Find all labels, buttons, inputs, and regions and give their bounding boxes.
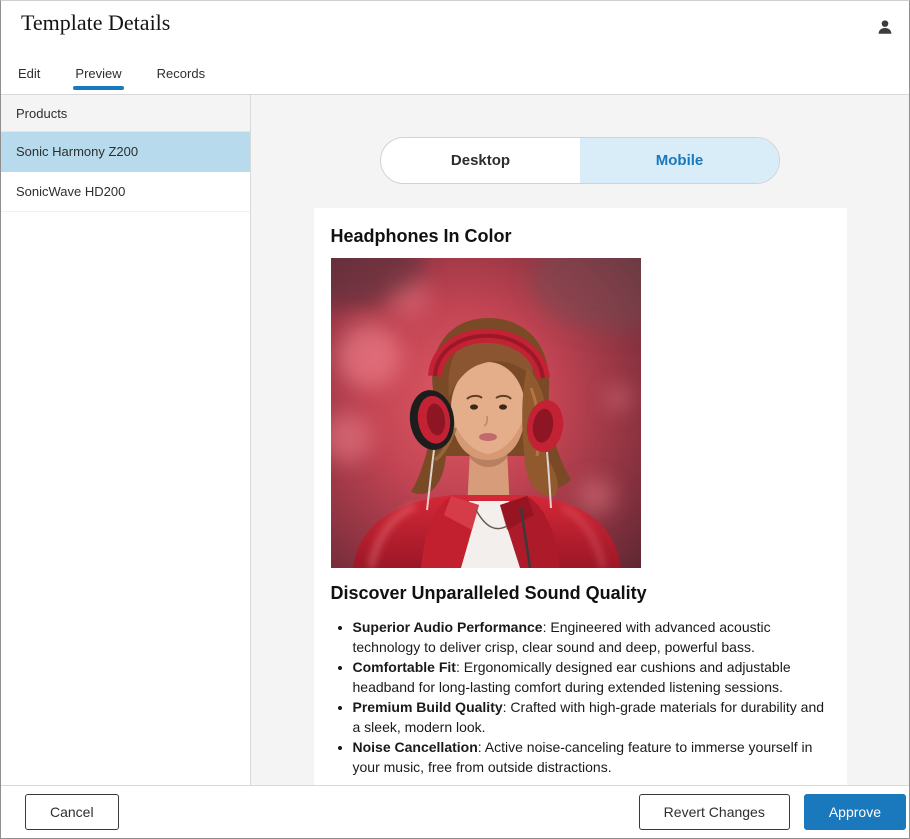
mobile-toggle-button[interactable]: Mobile <box>580 138 779 183</box>
action-footer: Cancel Revert Changes Approve <box>1 785 909 838</box>
cancel-button[interactable]: Cancel <box>25 794 119 830</box>
footer-right-actions: Revert Changes Approve <box>639 794 906 830</box>
feature-item: Noise Cancellation: Active noise-canceli… <box>353 737 830 777</box>
content-area: Products Sonic Harmony Z200 SonicWave HD… <box>1 95 909 785</box>
template-preview-card: Headphones In Color <box>314 208 847 785</box>
sidebar-header: Products <box>1 95 250 132</box>
device-toggle: Desktop Mobile <box>380 137 780 184</box>
feature-item: Premium Build Quality: Crafted with high… <box>353 697 830 737</box>
page-title: Template Details <box>21 10 170 36</box>
product-photo <box>331 258 641 568</box>
preview-pane: Desktop Mobile Headphones In Color <box>251 95 909 785</box>
feature-item: Comfortable Fit: Ergonomically designed … <box>353 657 830 697</box>
approve-button[interactable]: Approve <box>804 794 906 830</box>
feature-list: Superior Audio Performance: Engineered w… <box>331 617 830 777</box>
desktop-toggle-button[interactable]: Desktop <box>381 138 580 183</box>
products-sidebar: Products Sonic Harmony Z200 SonicWave HD… <box>1 95 251 785</box>
user-menu-button[interactable] <box>875 17 895 37</box>
tab-edit[interactable]: Edit <box>16 66 42 94</box>
record-tabbar: Edit Preview Records <box>1 53 909 95</box>
tab-records[interactable]: Records <box>155 66 207 94</box>
document-section-title: Discover Unparalleled Sound Quality <box>331 583 830 604</box>
person-icon <box>876 18 894 36</box>
tab-preview[interactable]: Preview <box>73 66 123 94</box>
document-title: Headphones In Color <box>331 226 830 247</box>
revert-changes-button[interactable]: Revert Changes <box>639 794 790 830</box>
header: Template Details <box>1 1 909 53</box>
feature-item: Superior Audio Performance: Engineered w… <box>353 617 830 657</box>
template-details-window: Template Details Edit Preview Records Pr… <box>0 0 910 839</box>
sidebar-item-sonic-harmony-z200[interactable]: Sonic Harmony Z200 <box>1 132 250 172</box>
sidebar-item-sonicwave-hd200[interactable]: SonicWave HD200 <box>1 172 250 212</box>
